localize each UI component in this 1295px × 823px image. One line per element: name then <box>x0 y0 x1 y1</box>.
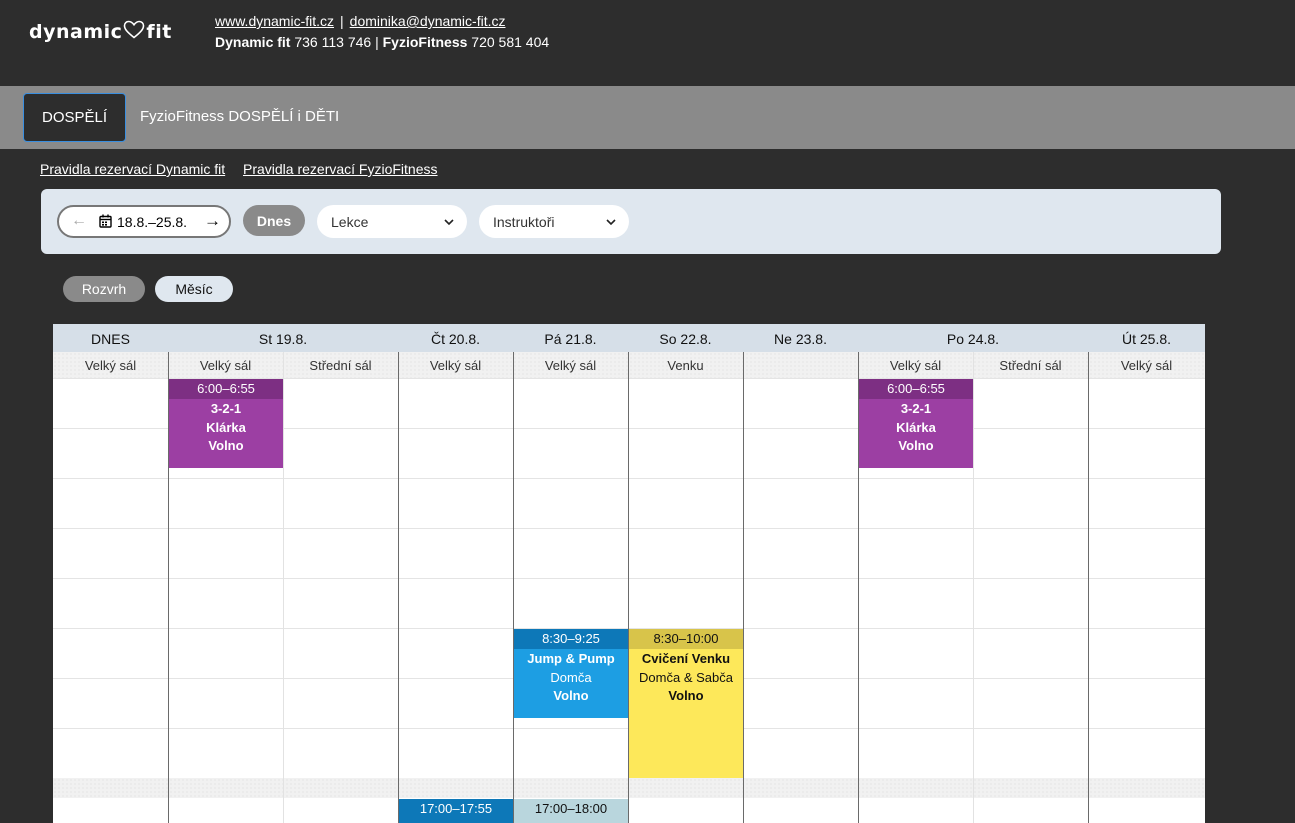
event-card[interactable]: 17:00–17:55 <box>399 799 513 823</box>
logo[interactable]: dynamic fit <box>29 20 172 44</box>
event-instructor: Domča & Sabča <box>639 669 733 685</box>
website-link[interactable]: www.dynamic-fit.cz <box>215 13 334 29</box>
event-name: 3-2-1 <box>900 401 932 416</box>
site-header: dynamic fit www.dynamic-fit.cz | dominika@… <box>0 0 1295 86</box>
arrow-left-icon[interactable]: ← <box>71 212 87 230</box>
event-card[interactable]: 6:00–6:55 3-2-1 Klárka Volno <box>169 379 283 468</box>
instructor-select[interactable]: Instruktoři <box>479 205 629 238</box>
event-body: 3-2-1 Klárka Volno <box>169 399 283 456</box>
time-gap-band <box>53 778 1205 798</box>
heart-icon <box>123 20 145 44</box>
day-divider <box>398 352 399 823</box>
event-status: Volno <box>208 438 244 453</box>
event-time: 6:00–6:55 <box>859 379 973 399</box>
room-label: Venku <box>667 358 704 373</box>
event-name: 3-2-1 <box>210 401 242 416</box>
phone1-label: Dynamic fit <box>215 34 291 50</box>
day-header-today: DNES <box>91 331 130 347</box>
event-name: Cvičení Venku <box>641 651 731 666</box>
date-range-text: 18.8.–25.8. <box>117 214 188 230</box>
event-name: Jump & Pump <box>527 651 615 666</box>
day-header: So 22.8. <box>659 331 712 347</box>
grid-line <box>53 528 1205 529</box>
day-header: Po 24.8. <box>946 331 1000 347</box>
room-label: Velký sál <box>1120 358 1173 373</box>
filter-bar: ← 18.8.–25.8. → Dnes Lekce Instruktoři <box>41 189 1221 254</box>
today-button[interactable]: Dnes <box>243 205 305 236</box>
rules-link-dynamic-fit[interactable]: Pravidla rezervací Dynamic fit <box>40 161 225 177</box>
event-time: 6:00–6:55 <box>169 379 283 399</box>
rooms-header: Velký sál Velký sál Střední sál Velký sá… <box>53 352 1205 378</box>
calendar-icon <box>99 214 112 231</box>
event-card[interactable]: 17:00–18:00 <box>514 799 628 823</box>
event-instructor: Klárka <box>896 419 936 435</box>
day-header: Út 25.8. <box>1121 331 1172 347</box>
event-time: 8:30–9:25 <box>514 629 628 649</box>
arrow-right-icon[interactable]: → <box>204 211 221 231</box>
day-header: Ne 23.8. <box>774 331 827 347</box>
phone1: 736 113 746 <box>294 34 372 50</box>
calendar-grid: DNES St 19.8. Čt 20.8. Pá 21.8. So 22.8.… <box>53 324 1205 823</box>
event-body: Jump & Pump Domča Volno <box>514 649 628 706</box>
tab-fyziofitness[interactable]: FyzioFitness DOSPĚLÍ i DĚTI <box>140 108 339 125</box>
event-instructor: Klárka <box>206 419 246 435</box>
day-divider <box>513 352 514 823</box>
lesson-select-value: Lekce <box>331 213 369 230</box>
room-label: Velký sál <box>544 358 597 373</box>
event-body: 3-2-1 Klárka Volno <box>859 399 973 456</box>
event-card[interactable]: 6:00–6:55 3-2-1 Klárka Volno <box>859 379 973 468</box>
room-label <box>743 352 858 378</box>
date-range-picker[interactable]: ← 18.8.–25.8. → <box>57 205 231 238</box>
phone2-label: FyzioFitness <box>382 34 468 50</box>
chevron-down-icon <box>605 215 617 231</box>
room-label: Velký sál <box>199 358 252 373</box>
event-status: Volno <box>898 438 934 453</box>
days-header: DNES St 19.8. Čt 20.8. Pá 21.8. So 22.8.… <box>53 324 1205 352</box>
logo-text-right: fit <box>146 21 172 43</box>
day-divider <box>743 352 744 823</box>
chevron-down-icon <box>443 215 455 231</box>
event-time: 17:00–18:00 <box>514 799 628 819</box>
tab-dospeli[interactable]: DOSPĚLÍ <box>23 93 126 142</box>
event-time: 17:00–17:55 <box>399 799 513 819</box>
event-body: Cvičení Venku Domča & Sabča Volno <box>629 649 743 706</box>
day-header: Čt 20.8. <box>430 331 481 347</box>
event-instructor: Domča <box>550 669 592 685</box>
event-status: Volno <box>668 688 704 703</box>
event-card[interactable]: 8:30–10:00 Cvičení Venku Domča & Sabča V… <box>629 629 743 778</box>
rules-link-fyziofitness[interactable]: Pravidla rezervací FyzioFitness <box>243 161 438 177</box>
email-link[interactable]: dominika@dynamic-fit.cz <box>350 13 506 29</box>
view-month-button[interactable]: Měsíc <box>155 276 233 302</box>
room-label: Střední sál <box>309 358 372 373</box>
logo-text-left: dynamic <box>29 21 123 43</box>
tab-bar: DOSPĚLÍ FyzioFitness DOSPĚLÍ i DĚTI <box>0 86 1295 149</box>
room-divider <box>973 352 974 823</box>
instructor-select-value: Instruktoři <box>493 213 555 230</box>
room-label: Velký sál <box>84 358 137 373</box>
day-header: Pá 21.8. <box>544 331 597 347</box>
day-header: St 19.8. <box>258 331 308 347</box>
room-label: Velký sál <box>889 358 942 373</box>
view-schedule-button[interactable]: Rozvrh <box>63 276 145 302</box>
grid-line <box>53 478 1205 479</box>
day-divider <box>1088 352 1089 823</box>
lesson-select[interactable]: Lekce <box>317 205 467 238</box>
contact-info: www.dynamic-fit.cz | dominika@dynamic-fit.… <box>215 11 549 53</box>
event-time: 8:30–10:00 <box>629 629 743 649</box>
contact-separator: | <box>340 13 344 29</box>
room-label: Velký sál <box>429 358 482 373</box>
phone2: 720 581 404 <box>471 34 550 50</box>
event-status: Volno <box>553 688 589 703</box>
grid-line <box>53 578 1205 579</box>
contact-separator-2: | <box>375 34 379 50</box>
room-divider <box>283 352 284 823</box>
room-label: Střední sál <box>999 358 1062 373</box>
event-card[interactable]: 8:30–9:25 Jump & Pump Domča Volno <box>514 629 628 718</box>
